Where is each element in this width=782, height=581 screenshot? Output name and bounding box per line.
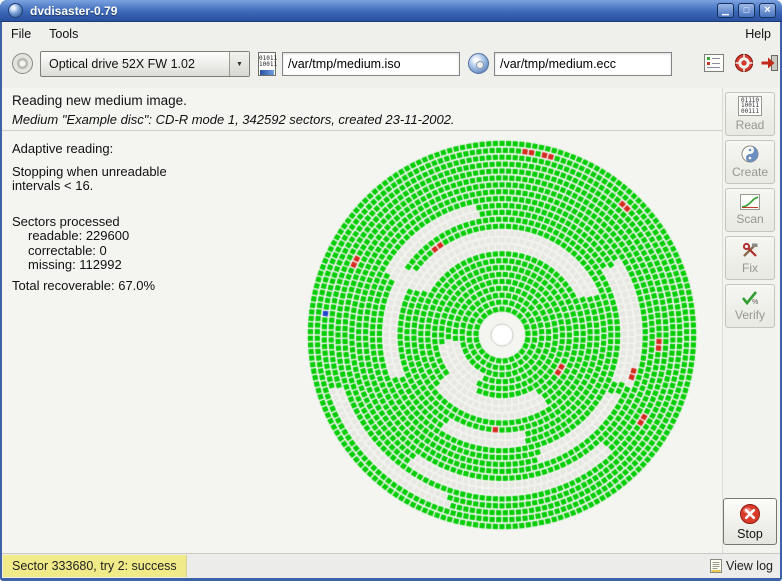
stop-button[interactable]: Stop	[723, 498, 777, 545]
fix-button-label: Fix	[742, 261, 758, 275]
tools-icon	[741, 241, 759, 259]
dvdisaster-window: dvdisaster-0.79 ▁ □ × File Tools Help Op…	[0, 0, 782, 581]
status-panel: Reading new medium image. Medium "Exampl…	[2, 88, 722, 131]
verify-check-icon: %	[740, 290, 760, 306]
spacer	[12, 194, 167, 215]
status-bar: Sector 333680, try 2: success View log	[2, 553, 780, 578]
lifebuoy-icon	[734, 53, 754, 73]
drive-select[interactable]: Optical drive 52X FW 1.02 ▼	[40, 51, 250, 77]
image-file-icon: 01011 10011	[258, 52, 276, 76]
quit-button[interactable]	[758, 52, 782, 74]
menu-bar: File Tools Help	[2, 22, 780, 46]
menu-help[interactable]: Help	[736, 24, 780, 44]
binary-read-icon: 01110 10011 00111	[738, 96, 762, 117]
stat-correctable: correctable: 0	[12, 244, 167, 259]
sectors-heading: Sectors processed	[12, 215, 167, 230]
chevron-down-icon: ▼	[229, 52, 249, 76]
title-bar: dvdisaster-0.79 ▁ □ ×	[0, 0, 782, 22]
stopping-line-1: Stopping when unreadable	[12, 165, 167, 180]
binary-line: 00111	[741, 109, 759, 115]
ecc-path-input[interactable]	[494, 52, 672, 76]
menu-tools[interactable]: Tools	[40, 24, 87, 44]
image-file-icon-base	[260, 70, 274, 75]
status-line-primary: Reading new medium image.	[12, 93, 187, 108]
view-log-button[interactable]: View log	[710, 554, 773, 578]
minimize-button[interactable]: ▁	[717, 3, 734, 18]
adaptive-heading: Adaptive reading:	[12, 142, 167, 157]
window-title: dvdisaster-0.79	[30, 4, 717, 18]
create-button-label: Create	[732, 165, 768, 179]
verify-button[interactable]: % Verify	[725, 284, 775, 328]
stat-readable: readable: 229600	[12, 229, 167, 244]
help-button[interactable]	[732, 52, 756, 74]
scan-button[interactable]: Scan	[725, 188, 775, 232]
create-button[interactable]: Create	[725, 140, 775, 184]
drive-select-value: Optical drive 52X FW 1.02	[41, 57, 229, 71]
preferences-icon	[704, 54, 724, 72]
drive-icon	[12, 53, 33, 74]
stat-missing: missing: 112992	[12, 258, 167, 273]
image-file-icon-line: 10011	[259, 62, 275, 68]
ecc-file-icon	[468, 53, 489, 74]
read-button-label: Read	[736, 118, 765, 132]
close-button[interactable]: ×	[759, 3, 776, 18]
stop-button-label: Stop	[737, 527, 763, 541]
disc-sector-map	[302, 135, 702, 535]
stat-total-recoverable: Total recoverable: 67.0%	[12, 279, 167, 294]
maximize-button[interactable]: □	[738, 3, 755, 18]
scan-button-label: Scan	[736, 212, 763, 226]
stopping-line-2: intervals < 16.	[12, 179, 167, 194]
sector-status-message: Sector 333680, try 2: success	[3, 555, 187, 577]
view-log-label: View log	[726, 559, 773, 573]
stop-icon	[739, 503, 761, 525]
info-panel: Adaptive reading: Stopping when unreadab…	[12, 142, 167, 293]
app-icon	[8, 3, 23, 18]
status-line-medium-info: Medium "Example disc": CD-R mode 1, 3425…	[12, 112, 455, 127]
log-file-icon	[710, 559, 722, 573]
preferences-button[interactable]	[702, 52, 726, 74]
action-sidebar: 01110 10011 00111 Read Create Scan	[722, 88, 780, 553]
menu-file[interactable]: File	[2, 24, 40, 44]
svg-text:%: %	[752, 299, 758, 306]
fix-button[interactable]: Fix	[725, 236, 775, 280]
iso-path-input[interactable]	[282, 52, 460, 76]
scan-chart-icon	[740, 194, 760, 210]
yin-yang-icon	[741, 145, 759, 163]
verify-button-label: Verify	[735, 308, 765, 322]
read-button[interactable]: 01110 10011 00111 Read	[725, 92, 775, 136]
exit-icon	[760, 53, 780, 73]
